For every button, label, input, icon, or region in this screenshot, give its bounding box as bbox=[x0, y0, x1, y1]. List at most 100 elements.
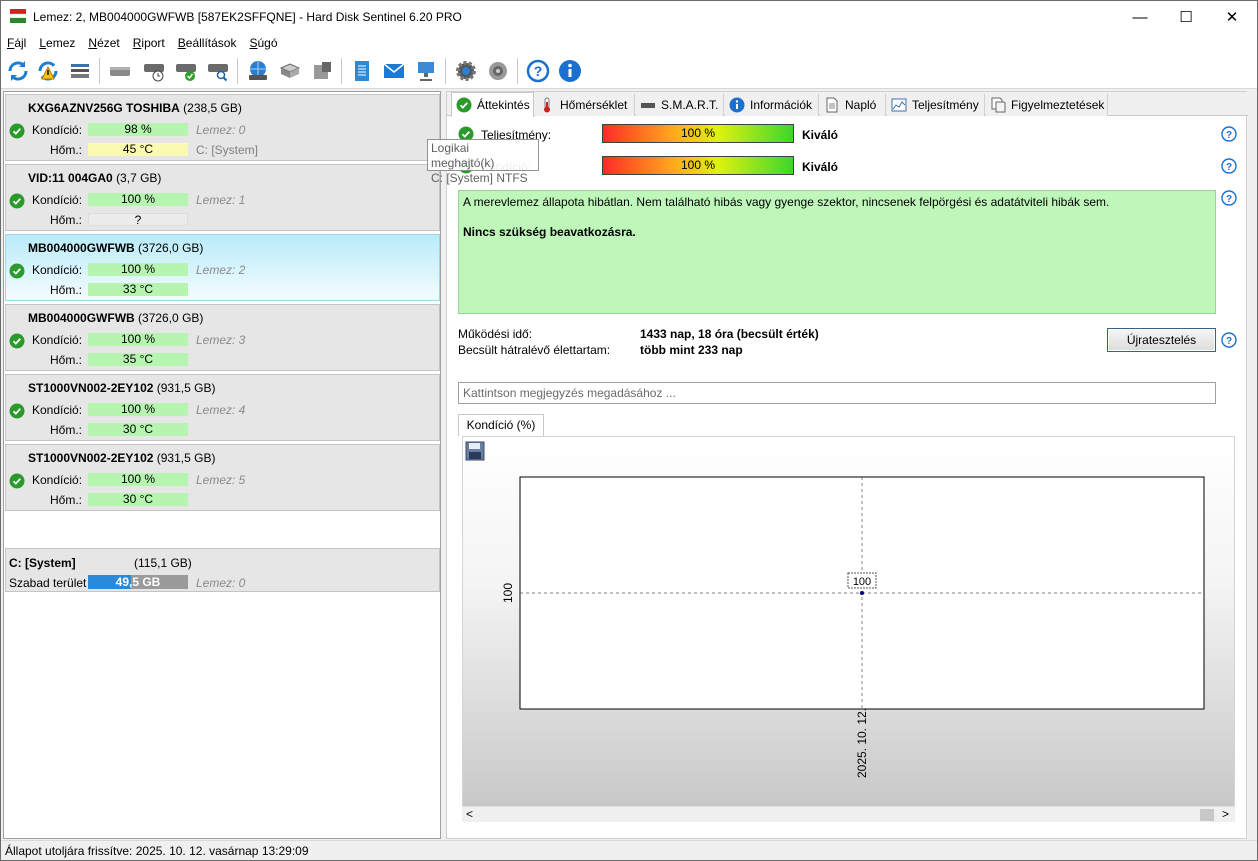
system-drive-disk-index: Lemez: 0 bbox=[196, 576, 246, 590]
thermometer-icon bbox=[544, 97, 550, 113]
notes-icon bbox=[355, 61, 369, 81]
disk-index: Lemez: 4 bbox=[196, 403, 246, 417]
temperature-label: Hőm.: bbox=[50, 143, 83, 157]
maximize-button[interactable]: ☐ bbox=[1163, 1, 1209, 33]
tab-smart[interactable]: S.M.A.R.T. bbox=[636, 94, 724, 116]
temperature-bar: ? bbox=[88, 213, 188, 227]
disk-item[interactable]: KXG6AZNV256G TOSHIBA (238,5 GB) Kondíció:… bbox=[5, 94, 440, 161]
logical-drive-tooltip: Logikai meghajtó(k) C: [System] NTFS bbox=[427, 139, 539, 185]
retest-help-icon[interactable]: ? bbox=[1221, 332, 1237, 348]
info-button[interactable] bbox=[557, 58, 583, 84]
info-icon bbox=[729, 97, 745, 113]
tab-alerts[interactable]: Figyelmeztetések bbox=[986, 94, 1108, 116]
disk-button[interactable] bbox=[107, 58, 133, 84]
scroll-right-arrow[interactable]: > bbox=[1222, 807, 1229, 821]
disk-list-icon bbox=[71, 64, 89, 78]
temperature-bar: 45 °C bbox=[88, 143, 188, 156]
health-help-icon[interactable]: ? bbox=[1221, 158, 1237, 174]
menu-disk[interactable]: Lemez bbox=[33, 33, 82, 53]
health-ok-icon bbox=[9, 473, 25, 489]
menu-settings[interactable]: Beállítások bbox=[172, 33, 244, 53]
disk-index: Lemez: 0 bbox=[196, 123, 246, 137]
tab-log[interactable]: Napló bbox=[820, 94, 886, 116]
health-ok-icon bbox=[9, 123, 25, 139]
tab-temperature[interactable]: Hőmérséklet bbox=[535, 94, 635, 116]
title-bar: Lemez: 2, MB004000GWFWB [587EK2SFFQNE] -… bbox=[1, 1, 1257, 33]
disk-item[interactable]: MB004000GWFWB (3726,0 GB) Kondíció: 100 % L… bbox=[5, 304, 440, 371]
app-window: Lemez: 2, MB004000GWFWB [587EK2SFFQNE] -… bbox=[0, 0, 1258, 861]
disk-index: Lemez: 2 bbox=[196, 263, 246, 277]
settings-button[interactable] bbox=[453, 58, 479, 84]
health-bar: 100 % bbox=[88, 473, 188, 486]
disk-search-button[interactable] bbox=[205, 58, 231, 84]
system-drive-size: (115,1 GB) bbox=[134, 556, 192, 570]
refresh-warning-icon bbox=[38, 61, 58, 81]
system-drive-item[interactable]: C: [System] (115,1 GB) Szabad terület 49,5 … bbox=[5, 548, 440, 592]
window-title: Lemez: 2, MB004000GWFWB [587EK2SFFQNE] -… bbox=[33, 10, 462, 24]
refresh-button[interactable] bbox=[5, 58, 31, 84]
disk-item[interactable]: VID:11 004GA0 (3,7 GB) Kondíció: 100 % Leme… bbox=[5, 164, 440, 231]
notes-button[interactable] bbox=[349, 58, 375, 84]
help-button[interactable]: ? bbox=[525, 58, 551, 84]
disk-list-button[interactable] bbox=[67, 58, 93, 84]
health-ok-icon bbox=[9, 263, 25, 279]
disk-name: ST1000VN002-2EY102 (931,5 GB) bbox=[28, 381, 216, 395]
data-point bbox=[860, 591, 864, 595]
note-input[interactable]: Kattintson megjegyzés megadásához ... bbox=[458, 382, 1216, 404]
check-icon bbox=[456, 97, 472, 113]
menu-file[interactable]: Fájl bbox=[1, 33, 33, 53]
chart-horizontal-scrollbar[interactable]: < > bbox=[462, 806, 1235, 822]
scroll-thumb[interactable] bbox=[1200, 809, 1214, 821]
minimize-button[interactable]: — bbox=[1117, 1, 1163, 33]
network-button[interactable] bbox=[413, 58, 439, 84]
chart-tab-health[interactable]: Kondíció (%) bbox=[458, 414, 544, 436]
disk-item[interactable]: ST1000VN002-2EY102 (931,5 GB) Kondíció: 10… bbox=[5, 444, 440, 511]
disk-clock-button[interactable] bbox=[141, 58, 167, 84]
performance-help-icon[interactable]: ? bbox=[1221, 126, 1237, 142]
tab-bar: Áttekintés Hőmérséklet S.M.A.R.T. Inform… bbox=[447, 92, 1248, 117]
usb-disk-button[interactable] bbox=[309, 58, 335, 84]
details-panel: Áttekintés Hőmérséklet S.M.A.R.T. Inform… bbox=[446, 91, 1248, 839]
health-bar: 100 % bbox=[602, 156, 794, 175]
scroll-left-arrow[interactable]: < bbox=[466, 807, 473, 821]
disk-size: (238,5 GB) bbox=[183, 101, 242, 115]
tab-overview[interactable]: Áttekintés bbox=[451, 92, 534, 117]
refresh-warning-button[interactable] bbox=[35, 58, 61, 84]
disk-index: Lemez: 5 bbox=[196, 473, 246, 487]
disk-item[interactable]: ST1000VN002-2EY102 (931,5 GB) Kondíció: 10… bbox=[5, 374, 440, 441]
network-disk-button[interactable] bbox=[277, 58, 303, 84]
tab-information[interactable]: Információk bbox=[725, 94, 819, 116]
svg-text:?: ? bbox=[1226, 194, 1232, 205]
tab-temperature-label: Hőmérséklet bbox=[560, 98, 628, 112]
status-help-icon[interactable]: ? bbox=[1221, 190, 1237, 206]
menu-help[interactable]: Súgó bbox=[243, 33, 284, 53]
usb-disk-icon bbox=[314, 62, 331, 79]
temperature-label: Hőm.: bbox=[50, 353, 83, 367]
temperature-label: Hőm.: bbox=[50, 213, 83, 227]
disk-name: VID:11 004GA0 (3,7 GB) bbox=[28, 171, 162, 185]
mail-button[interactable] bbox=[381, 58, 407, 84]
disk-name: KXG6AZNV256G TOSHIBA (238,5 GB) bbox=[28, 101, 242, 115]
globe-disk-button[interactable] bbox=[245, 58, 271, 84]
health-ok-icon bbox=[9, 193, 25, 209]
svg-text:?: ? bbox=[1226, 130, 1232, 141]
tab-performance-label: Teljesítmény bbox=[912, 98, 979, 112]
close-button[interactable]: ✕ bbox=[1209, 1, 1255, 33]
health-label: Kondíció: bbox=[32, 403, 83, 417]
disk-item[interactable]: MB004000GWFWB (3726,0 GB) Kondíció: 100 % L… bbox=[5, 234, 440, 301]
network-disk-icon bbox=[279, 63, 301, 78]
y-tick-label: 100 bbox=[501, 583, 515, 603]
alerts-icon bbox=[991, 97, 1006, 113]
health-bar: 100 % bbox=[88, 193, 188, 206]
svg-text:?: ? bbox=[534, 63, 543, 79]
tab-performance[interactable]: Teljesítmény bbox=[887, 94, 985, 116]
health-bar: 100 % bbox=[88, 263, 188, 276]
sound-button[interactable] bbox=[485, 58, 511, 84]
globe-disk-icon bbox=[249, 61, 267, 80]
disk-check-button[interactable] bbox=[173, 58, 199, 84]
disk-size: (3726,0 GB) bbox=[138, 241, 204, 255]
menu-view[interactable]: Nézet bbox=[82, 33, 126, 53]
menu-report[interactable]: Riport bbox=[127, 33, 172, 53]
info-icon bbox=[559, 60, 581, 82]
retest-button[interactable]: Újratesztelés bbox=[1107, 328, 1216, 352]
